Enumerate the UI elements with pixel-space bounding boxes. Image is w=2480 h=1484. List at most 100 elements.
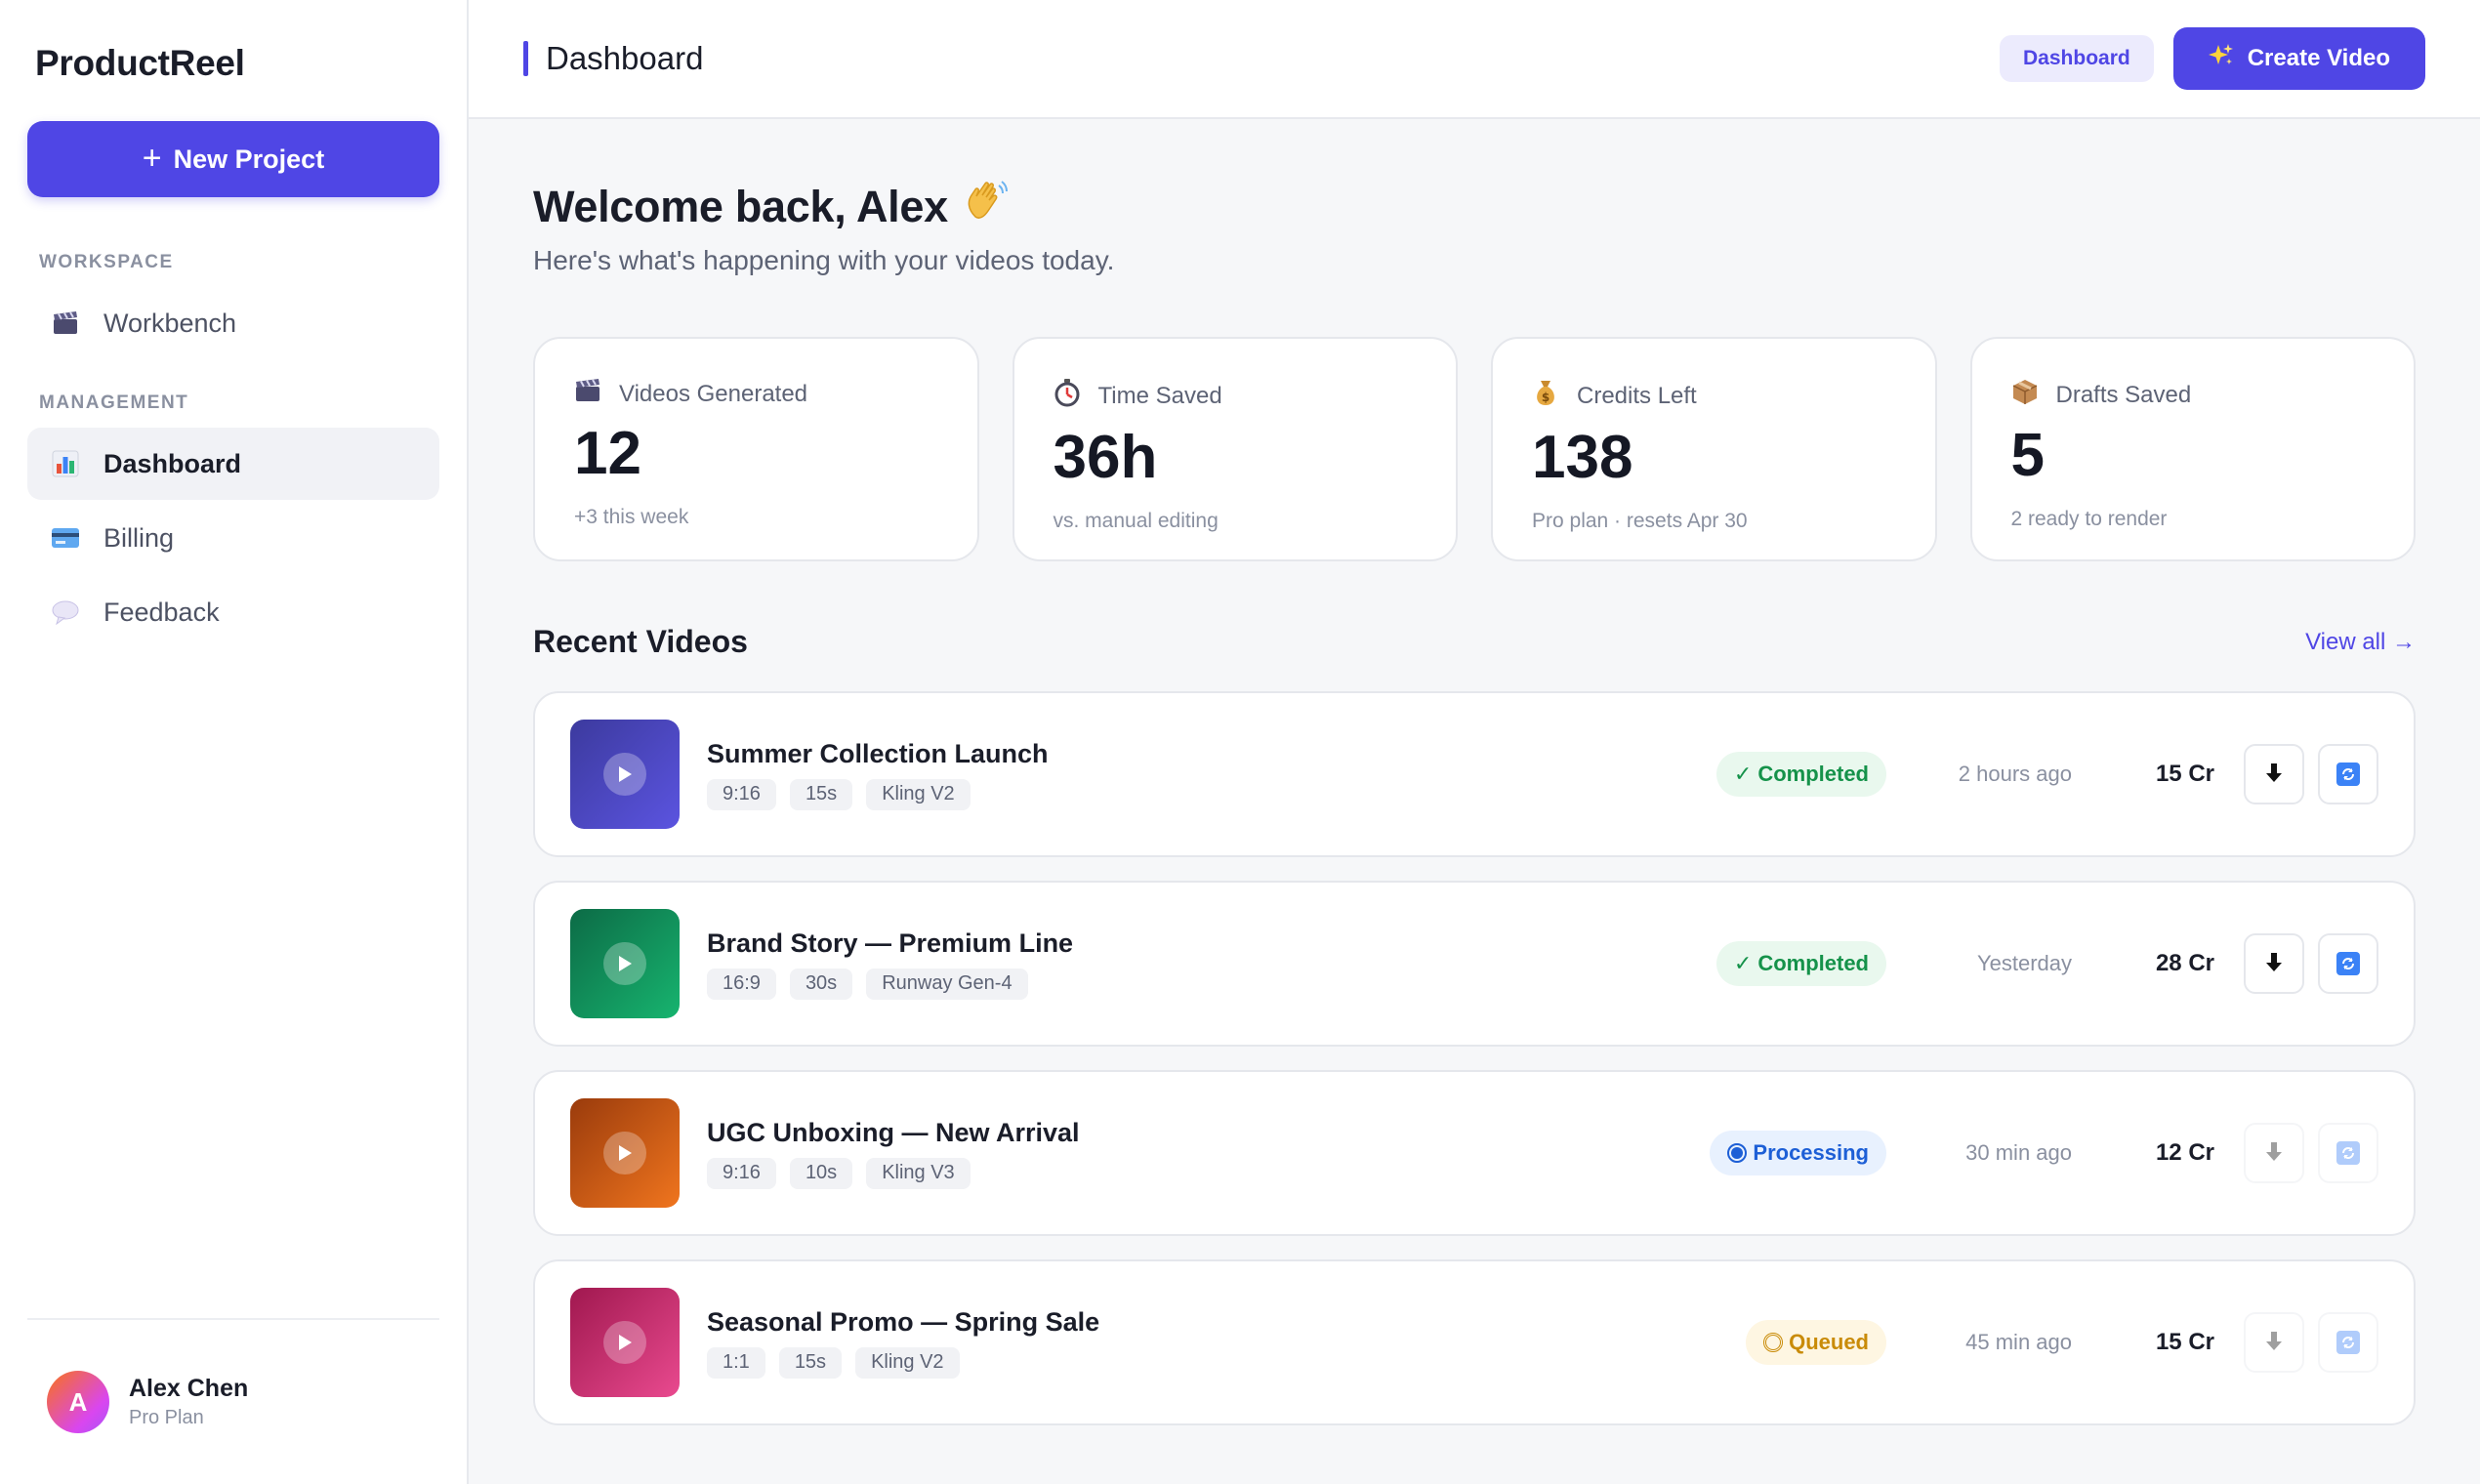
clapperboard-icon: [51, 309, 80, 338]
tag-duration: 15s: [789, 778, 853, 810]
stat-note: vs. manual editing: [1053, 510, 1219, 532]
check-icon: ✓: [1733, 762, 1753, 786]
video-thumbnail[interactable]: [570, 1288, 680, 1397]
bar-chart-icon: [51, 449, 80, 478]
status-badge: Queued: [1746, 1320, 1886, 1365]
sidebar-item-label: Feedback: [103, 597, 220, 627]
refresh-icon: [2336, 952, 2360, 975]
video-row[interactable]: UGC Unboxing — New Arrival 9:16 10s Klin…: [533, 1070, 2416, 1236]
sidebar-item-label: Workbench: [103, 308, 237, 338]
status-label: Completed: [1757, 762, 1869, 786]
refresh-icon: [2336, 1141, 2360, 1165]
tag-duration: 10s: [789, 1157, 853, 1189]
status-badge: Processing: [1710, 1131, 1886, 1175]
video-timestamp: 45 min ago: [1965, 1330, 2072, 1354]
new-project-button[interactable]: + New Project: [27, 121, 439, 197]
video-row[interactable]: Summer Collection Launch 9:16 15s Kling …: [533, 691, 2416, 857]
sidebar-item-billing[interactable]: Billing: [27, 502, 439, 574]
download-icon: [2264, 762, 2284, 788]
download-button[interactable]: [2244, 1312, 2304, 1373]
status-label: Processing: [1753, 1140, 1869, 1165]
tag-aspect-ratio: 1:1: [707, 1346, 765, 1379]
tag-model: Runway Gen-4: [866, 968, 1028, 1000]
sidebar-item-feedback[interactable]: Feedback: [27, 576, 439, 648]
brand-logo[interactable]: ProductReel: [27, 0, 439, 121]
user-plan: Pro Plan: [129, 1407, 204, 1428]
stat-card-time-saved: Time Saved 36h vs. manual editing: [1012, 337, 1458, 561]
video-thumbnail[interactable]: [570, 909, 680, 1018]
video-title[interactable]: Seasonal Promo — Spring Sale: [707, 1307, 1099, 1338]
stat-value: 12: [574, 420, 641, 487]
section-label-workspace: WORKSPACE: [39, 252, 174, 272]
sidebar: ProductReel + New Project WORKSPACE Work…: [0, 0, 469, 1484]
status-badge: ✓ Completed: [1715, 752, 1886, 797]
view-all-link[interactable]: View all →: [2305, 629, 2416, 656]
sparkles-icon: [2208, 43, 2234, 75]
video-thumbnail[interactable]: [570, 720, 680, 829]
regenerate-button[interactable]: [2318, 1312, 2378, 1373]
stat-note: 2 ready to render: [2010, 508, 2168, 530]
recent-videos-title: Recent Videos: [533, 624, 748, 659]
video-row[interactable]: Seasonal Promo — Spring Sale 1:1 15s Kli…: [533, 1259, 2416, 1425]
video-thumbnail[interactable]: [570, 1098, 680, 1208]
play-icon[interactable]: [603, 1132, 646, 1175]
video-credit-cost: 15 Cr: [2155, 761, 2214, 787]
video-credit-cost: 28 Cr: [2155, 950, 2214, 976]
sidebar-item-label: Billing: [103, 522, 175, 553]
video-credit-cost: 15 Cr: [2155, 1329, 2214, 1355]
stat-label: Credits Left: [1577, 382, 1697, 409]
status-label: Queued: [1789, 1330, 1869, 1354]
plus-icon: +: [142, 139, 162, 177]
regenerate-button[interactable]: [2318, 1123, 2378, 1183]
download-button[interactable]: [2244, 933, 2304, 994]
welcome-title: Welcome back, Alex: [533, 181, 948, 231]
play-icon[interactable]: [603, 1321, 646, 1364]
play-icon[interactable]: [603, 753, 646, 796]
create-video-label: Create Video: [2247, 45, 2390, 71]
sidebar-item-label: Dashboard: [103, 448, 242, 478]
tag-model: Kling V2: [855, 1346, 960, 1379]
section-label-management: MANAGEMENT: [39, 392, 189, 413]
user-profile[interactable]: A Alex Chen Pro Plan: [27, 1318, 439, 1484]
recent-videos-list: Summer Collection Launch 9:16 15s Kling …: [533, 691, 2416, 1425]
top-bar: Dashboard Dashboard Create Video: [469, 0, 2480, 119]
video-title[interactable]: UGC Unboxing — New Arrival: [707, 1118, 1080, 1148]
stat-label: Time Saved: [1097, 382, 1222, 409]
stat-value: 138: [1532, 424, 1633, 491]
video-timestamp: 30 min ago: [1965, 1140, 2072, 1165]
main-content: Dashboard Dashboard Create Video Welcome…: [469, 0, 2480, 1484]
stat-note: Pro plan · resets Apr 30: [1532, 510, 1748, 532]
credit-card-icon: [51, 523, 80, 553]
tag-aspect-ratio: 9:16: [707, 1157, 776, 1189]
stat-value: 5: [2010, 422, 2045, 489]
user-name: Alex Chen: [129, 1375, 249, 1402]
video-row[interactable]: Brand Story — Premium Line 16:9 30s Runw…: [533, 881, 2416, 1047]
stat-note: +3 this week: [574, 506, 689, 528]
download-button[interactable]: [2244, 744, 2304, 804]
download-button[interactable]: [2244, 1123, 2304, 1183]
video-title[interactable]: Summer Collection Launch: [707, 739, 1049, 769]
create-video-button[interactable]: Create Video: [2172, 27, 2425, 90]
page-title: Dashboard: [546, 40, 704, 76]
regenerate-button[interactable]: [2318, 744, 2378, 804]
waving-hand-icon: [962, 178, 1009, 235]
welcome-subtitle: Here's what's happening with your videos…: [533, 245, 1115, 275]
sidebar-item-dashboard[interactable]: Dashboard: [27, 428, 439, 500]
avatar: A: [47, 1371, 109, 1433]
clapperboard-icon: [574, 378, 601, 410]
stopwatch-icon: [1054, 378, 1081, 414]
download-icon: [2264, 951, 2284, 977]
tag-model: Kling V3: [866, 1157, 971, 1189]
video-title[interactable]: Brand Story — Premium Line: [707, 928, 1073, 959]
play-icon[interactable]: [603, 942, 646, 985]
tag-model: Kling V2: [866, 778, 971, 810]
stat-card-credits-left: $ Credits Left 138 Pro plan · resets Apr…: [1491, 337, 1937, 561]
sidebar-item-workbench[interactable]: Workbench: [27, 287, 439, 359]
queued-icon: [1763, 1333, 1784, 1352]
refresh-icon: [2336, 763, 2360, 786]
svg-text:$: $: [1542, 391, 1550, 404]
tag-aspect-ratio: 16:9: [707, 968, 776, 1000]
download-icon: [2264, 1140, 2284, 1167]
dashboard-chip[interactable]: Dashboard: [2000, 35, 2154, 82]
regenerate-button[interactable]: [2318, 933, 2378, 994]
